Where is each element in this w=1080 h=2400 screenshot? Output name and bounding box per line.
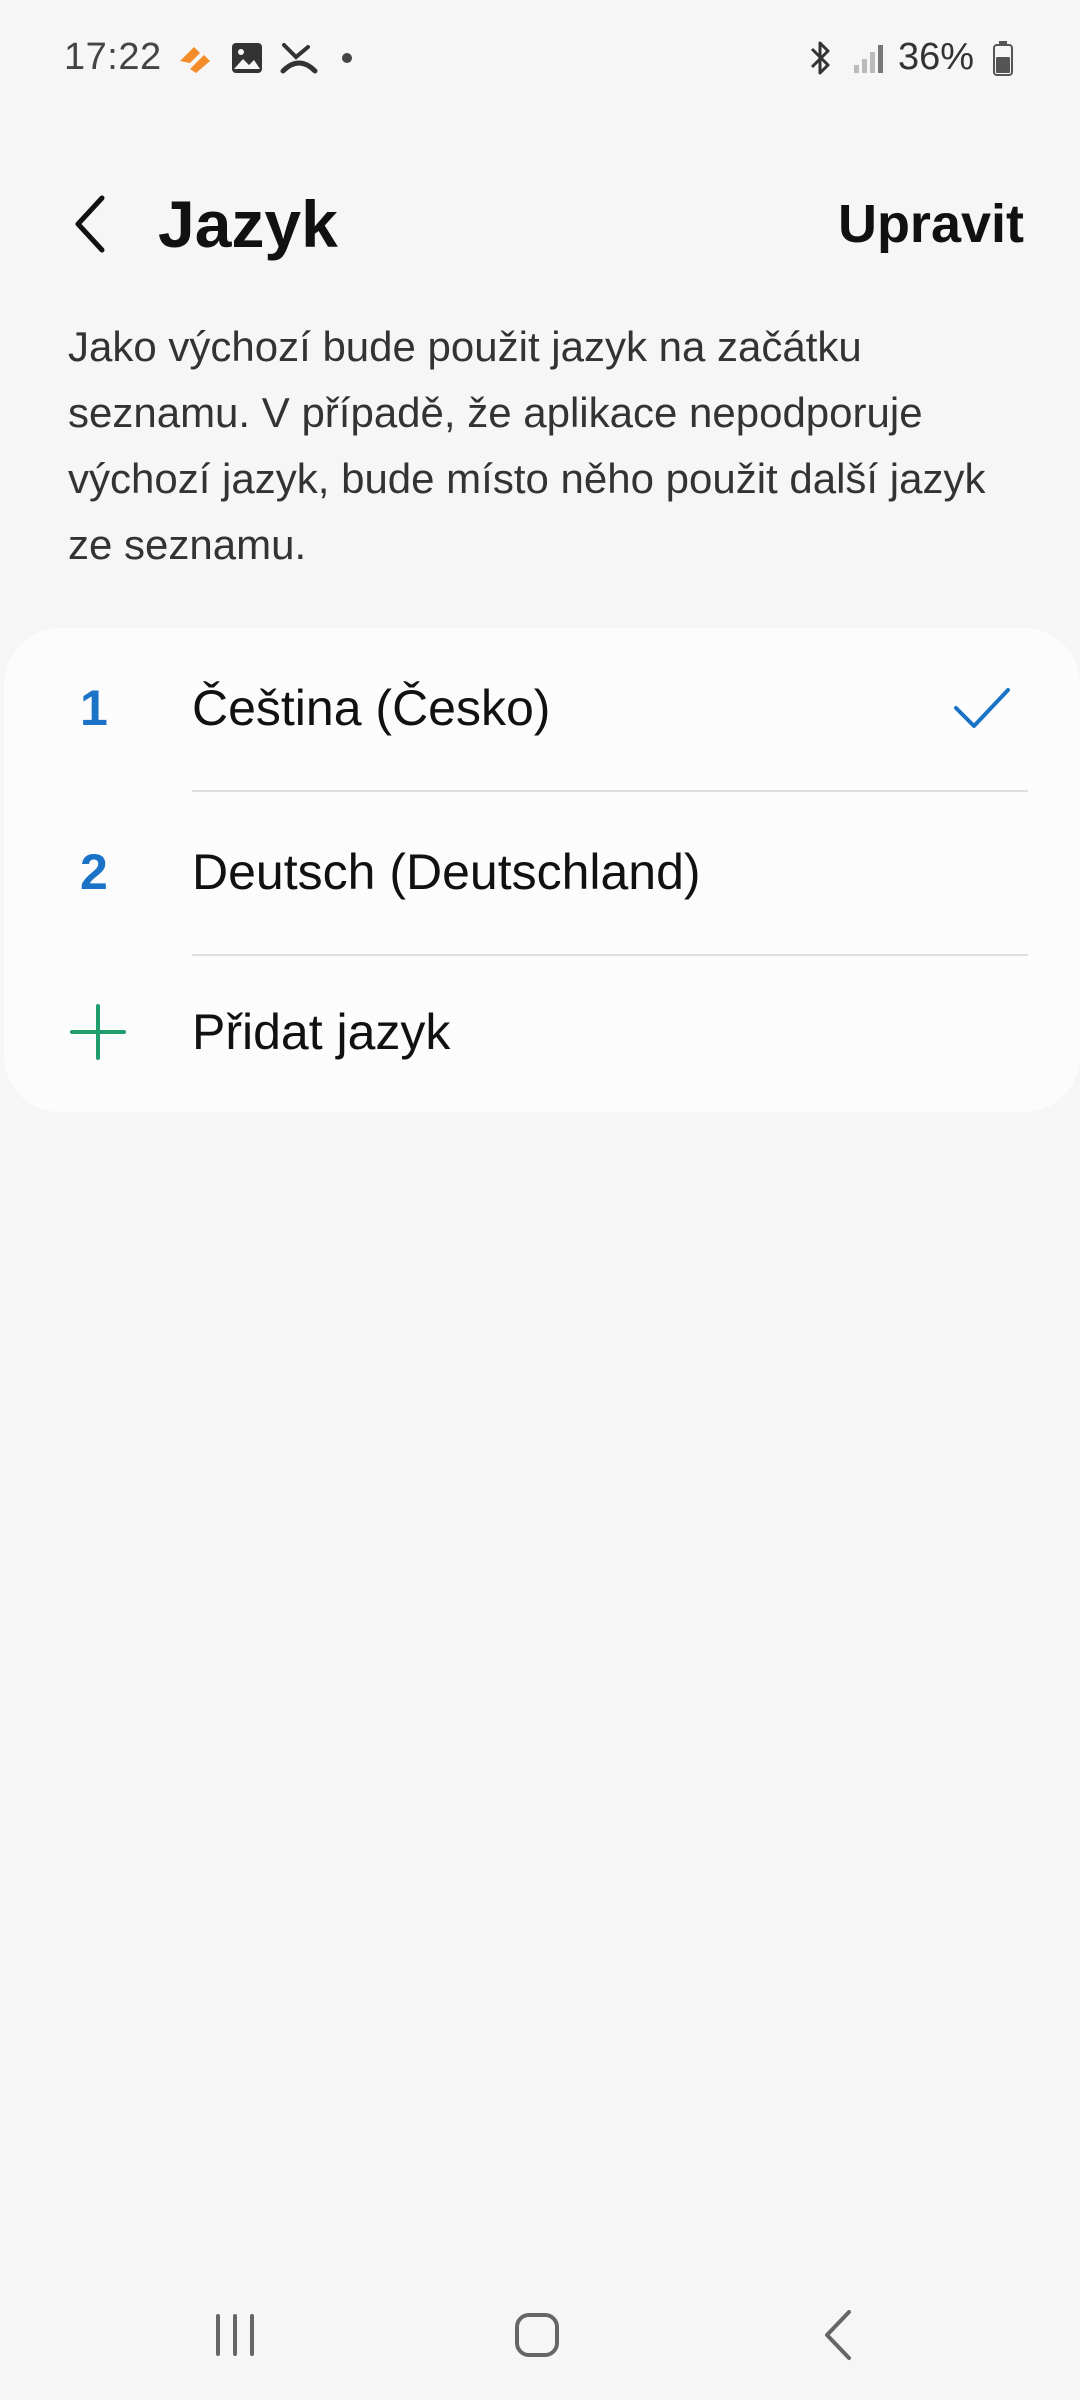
chevron-left-icon (75, 195, 105, 253)
status-left: 17:22 (64, 36, 352, 79)
status-bar: 17:22 36% (0, 0, 1080, 120)
description-text: Jako výchozí bude použit jazyk na začátk… (68, 323, 986, 568)
notification-dot-icon (341, 52, 352, 63)
battery-icon (984, 39, 1022, 77)
home-button[interactable] (492, 2290, 582, 2380)
page-title: Jazyk (158, 187, 338, 261)
language-index: 2 (80, 844, 108, 900)
back-button[interactable] (58, 188, 122, 260)
navigation-bar (0, 2270, 1080, 2400)
app-bar: Jazyk Upravit (0, 160, 1080, 290)
status-time: 17:22 (64, 36, 162, 78)
add-language-label: Přidat jazyk (192, 1004, 451, 1060)
streak-icon (176, 39, 214, 77)
missed-call-icon (280, 39, 318, 77)
language-label: Deutsch (Deutschland) (192, 844, 701, 900)
language-item-cestina[interactable]: 1 Čeština (Česko) (4, 628, 1080, 788)
add-language-button[interactable]: Přidat jazyk (4, 952, 1080, 1112)
battery-percent: 36% (897, 36, 974, 78)
recent-apps-button[interactable] (190, 2290, 280, 2380)
language-list-card: 1 Čeština (Česko) 2 Deutsch (Deutschland… (4, 628, 1080, 1112)
edit-button[interactable]: Upravit (838, 194, 1024, 254)
plus-icon (70, 1004, 126, 1060)
gallery-icon (228, 39, 266, 77)
language-index: 1 (80, 680, 108, 736)
status-right: 36% (802, 36, 1022, 79)
back-icon (825, 2310, 851, 2360)
language-item-deutsch[interactable]: 2 Deutsch (Deutschland) (4, 792, 1080, 952)
signal-icon (850, 39, 888, 77)
language-label: Čeština (Česko) (192, 680, 551, 736)
bluetooth-icon (802, 39, 840, 77)
recent-apps-icon (216, 2314, 254, 2356)
home-icon (515, 2313, 559, 2357)
check-icon (954, 688, 1010, 728)
nav-back-button[interactable] (794, 2290, 884, 2380)
